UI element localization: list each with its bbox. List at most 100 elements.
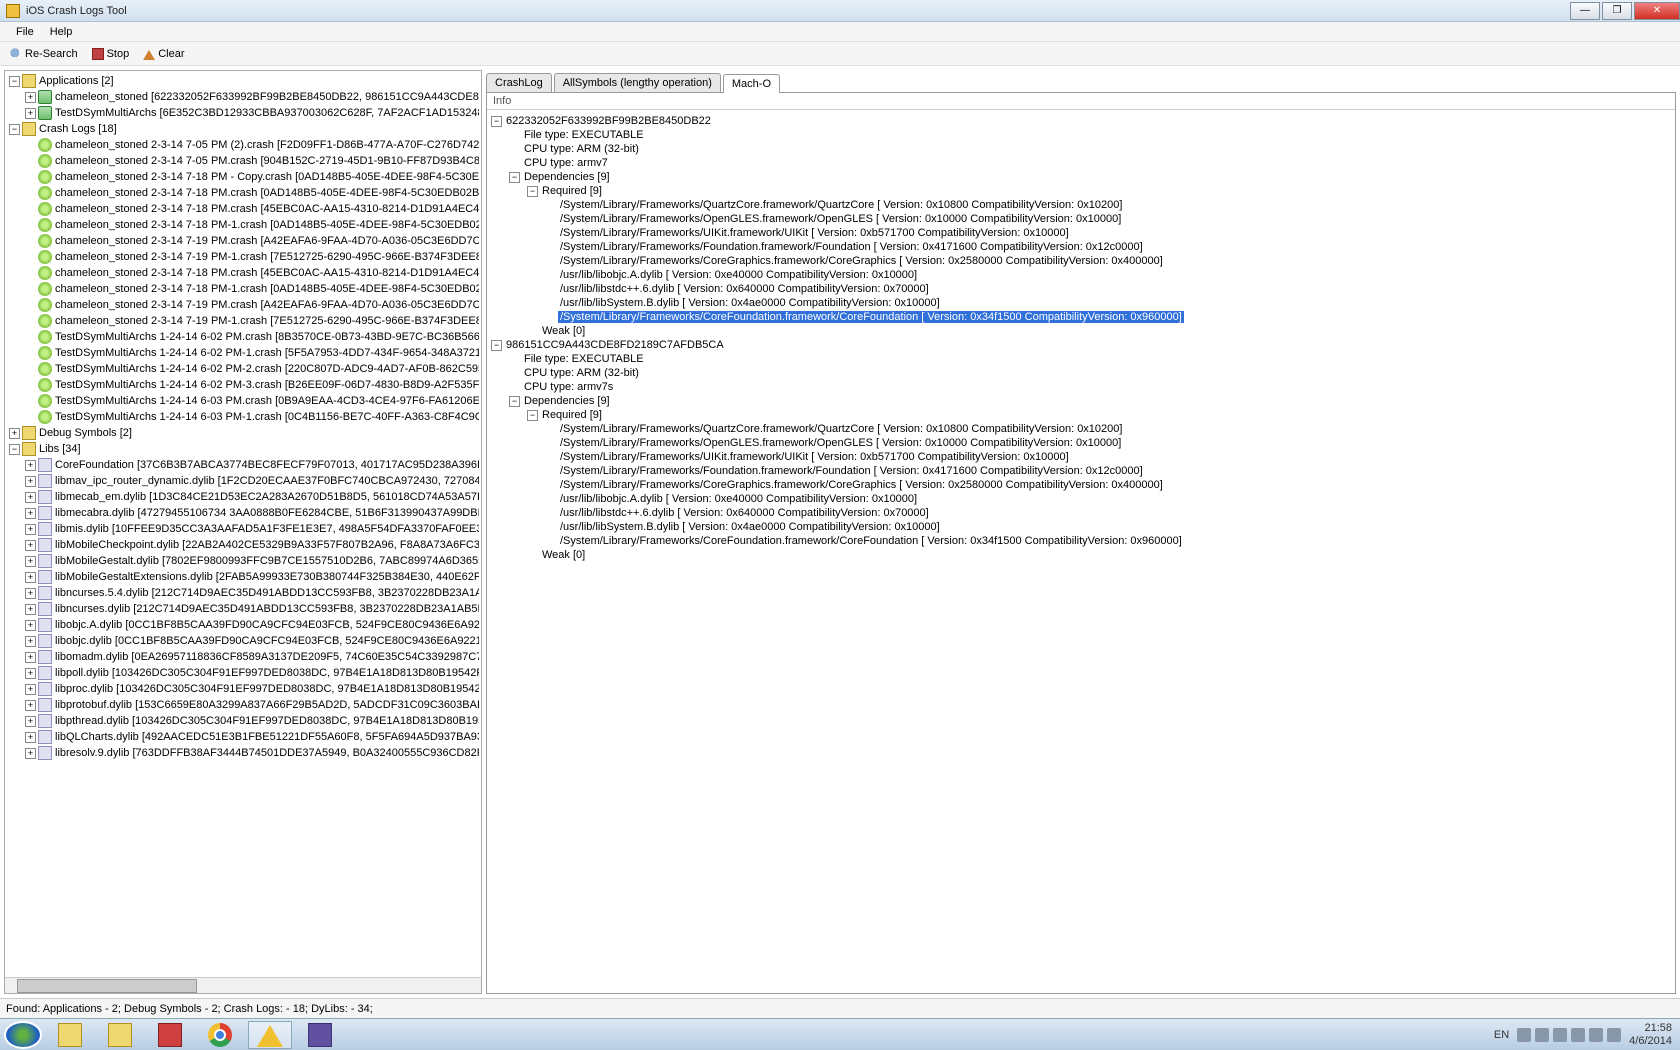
- tree-crash-item[interactable]: chameleon_stoned 2-3-14 7-19 PM.crash [A…: [7, 297, 479, 313]
- tree-lib-item[interactable]: +libmecabra.dylib [47279455106734 3AA088…: [7, 505, 479, 521]
- expander-icon[interactable]: +: [25, 588, 36, 599]
- info-cputype[interactable]: CPU type: ARM (32-bit): [491, 142, 1671, 156]
- expander-icon[interactable]: +: [25, 700, 36, 711]
- info-cputype[interactable]: CPU type: ARM (32-bit): [491, 366, 1671, 380]
- info-dependencies[interactable]: −Dependencies [9]: [491, 394, 1671, 408]
- expander-icon[interactable]: −: [509, 396, 520, 407]
- taskbar-folder[interactable]: [98, 1021, 142, 1049]
- tree-lib-item[interactable]: +libresolv.9.dylib [763DDFFB38AF3444B745…: [7, 745, 479, 761]
- tree-crash-item[interactable]: chameleon_stoned 2-3-14 7-05 PM.crash [9…: [7, 153, 479, 169]
- horizontal-scrollbar[interactable]: [5, 977, 481, 993]
- tray-icon[interactable]: [1589, 1028, 1603, 1042]
- close-button[interactable]: ✕: [1634, 2, 1680, 20]
- tray-icons[interactable]: [1517, 1028, 1621, 1042]
- expander-icon[interactable]: −: [527, 410, 538, 421]
- info-weak[interactable]: Weak [0]: [491, 548, 1671, 562]
- clear-button[interactable]: Clear: [137, 46, 190, 62]
- tray-icon[interactable]: [1607, 1028, 1621, 1042]
- tree-crash-item[interactable]: chameleon_stoned 2-3-14 7-19 PM-1.crash …: [7, 249, 479, 265]
- info-dep-item[interactable]: /System/Library/Frameworks/CoreGraphics.…: [491, 254, 1671, 268]
- tree-app-item[interactable]: +TestDSymMultiArchs [6E352C3BD12933CBBA9…: [7, 105, 479, 121]
- tree-lib-item[interactable]: +libMobileGestaltExtensions.dylib [2FAB5…: [7, 569, 479, 585]
- expander-icon[interactable]: −: [527, 186, 538, 197]
- info-dep-item[interactable]: /System/Library/Frameworks/CoreGraphics.…: [491, 478, 1671, 492]
- tray-icon[interactable]: [1571, 1028, 1585, 1042]
- info-cpusub[interactable]: CPU type: armv7: [491, 156, 1671, 170]
- tree-crash-item[interactable]: chameleon_stoned 2-3-14 7-19 PM-1.crash …: [7, 313, 479, 329]
- tree-crash-item[interactable]: TestDSymMultiArchs 1-24-14 6-02 PM.crash…: [7, 329, 479, 345]
- info-dep-item[interactable]: /System/Library/Frameworks/Foundation.fr…: [491, 240, 1671, 254]
- tree-lib-item[interactable]: +libMobileCheckpoint.dylib [22AB2A402CE5…: [7, 537, 479, 553]
- expander-icon[interactable]: +: [25, 556, 36, 567]
- tree-debug-symbols[interactable]: +Debug Symbols [2]: [7, 425, 479, 441]
- minimize-button[interactable]: —: [1570, 2, 1600, 20]
- info-dep-item[interactable]: /System/Library/Frameworks/QuartzCore.fr…: [491, 422, 1671, 436]
- tree-lib-item[interactable]: +libpoll.dylib [103426DC305C304F91EF997D…: [7, 665, 479, 681]
- tree-crash-item[interactable]: TestDSymMultiArchs 1-24-14 6-03 PM-1.cra…: [7, 409, 479, 425]
- taskbar-vs[interactable]: [298, 1021, 342, 1049]
- tree-crash-item[interactable]: chameleon_stoned 2-3-14 7-05 PM (2).cras…: [7, 137, 479, 153]
- info-dep-item[interactable]: /usr/lib/libobjc.A.dylib [ Version: 0xe4…: [491, 268, 1671, 282]
- info-dep-item[interactable]: /System/Library/Frameworks/UIKit.framewo…: [491, 226, 1671, 240]
- info-binary-id[interactable]: −622332052F633992BF99B2BE8450DB22: [491, 114, 1671, 128]
- expander-icon[interactable]: +: [25, 108, 36, 119]
- maximize-button[interactable]: ❐: [1602, 2, 1632, 20]
- expander-icon[interactable]: +: [25, 492, 36, 503]
- tree-crash-item[interactable]: TestDSymMultiArchs 1-24-14 6-02 PM-2.cra…: [7, 361, 479, 377]
- expander-icon[interactable]: +: [25, 732, 36, 743]
- tree-crash-item[interactable]: TestDSymMultiArchs 1-24-14 6-03 PM.crash…: [7, 393, 479, 409]
- expander-icon[interactable]: +: [25, 508, 36, 519]
- expander-icon[interactable]: +: [25, 92, 36, 103]
- info-required[interactable]: −Required [9]: [491, 408, 1671, 422]
- tree-lib-item[interactable]: +libmav_ipc_router_dynamic.dylib [1F2CD2…: [7, 473, 479, 489]
- info-dep-item[interactable]: /System/Library/Frameworks/OpenGLES.fram…: [491, 436, 1671, 450]
- tree-lib-item[interactable]: +libncurses.5.4.dylib [212C714D9AEC35D49…: [7, 585, 479, 601]
- tree-lib-item[interactable]: +libncurses.dylib [212C714D9AEC35D491ABD…: [7, 601, 479, 617]
- info-dep-item[interactable]: /usr/lib/libSystem.B.dylib [ Version: 0x…: [491, 296, 1671, 310]
- tree-crash-item[interactable]: chameleon_stoned 2-3-14 7-18 PM-1.crash …: [7, 217, 479, 233]
- tray-icon[interactable]: [1517, 1028, 1531, 1042]
- tree-lib-item[interactable]: +libprotobuf.dylib [153C6659E80A3299A837…: [7, 697, 479, 713]
- info-filetype[interactable]: File type: EXECUTABLE: [491, 128, 1671, 142]
- expander-icon[interactable]: +: [25, 652, 36, 663]
- tree-crash-item[interactable]: chameleon_stoned 2-3-14 7-18 PM.crash [4…: [7, 201, 479, 217]
- taskbar-crashlogs[interactable]: [248, 1021, 292, 1049]
- tree-lib-item[interactable]: +libomadm.dylib [0EA26957118836CF8589A31…: [7, 649, 479, 665]
- expander-icon[interactable]: +: [25, 476, 36, 487]
- tree-lib-item[interactable]: +libMobileGestalt.dylib [7802EF9800993FF…: [7, 553, 479, 569]
- taskbar-app[interactable]: [148, 1021, 192, 1049]
- expander-icon[interactable]: +: [25, 620, 36, 631]
- expander-icon[interactable]: +: [25, 460, 36, 471]
- research-button[interactable]: Re-Search: [4, 46, 84, 62]
- expander-icon[interactable]: −: [9, 124, 20, 135]
- tree-lib-item[interactable]: +libobjc.A.dylib [0CC1BF8B5CAA39FD90CA9C…: [7, 617, 479, 633]
- tree-lib-item[interactable]: +libpthread.dylib [103426DC305C304F91EF9…: [7, 713, 479, 729]
- info-dep-item[interactable]: /System/Library/Frameworks/UIKit.framewo…: [491, 450, 1671, 464]
- expander-icon[interactable]: −: [491, 116, 502, 127]
- info-dep-item[interactable]: /usr/lib/libSystem.B.dylib [ Version: 0x…: [491, 520, 1671, 534]
- tab-macho[interactable]: Mach-O: [723, 74, 780, 93]
- info-dep-item[interactable]: /System/Library/Frameworks/Foundation.fr…: [491, 464, 1671, 478]
- info-dep-item[interactable]: /System/Library/Frameworks/QuartzCore.fr…: [491, 198, 1671, 212]
- tree-libs[interactable]: −Libs [34]: [7, 441, 479, 457]
- stop-button[interactable]: Stop: [86, 46, 136, 62]
- info-cpusub[interactable]: CPU type: armv7s: [491, 380, 1671, 394]
- expander-icon[interactable]: +: [25, 716, 36, 727]
- menu-help[interactable]: Help: [42, 24, 81, 40]
- expander-icon[interactable]: +: [25, 684, 36, 695]
- tree-app-item[interactable]: +chameleon_stoned [622332052F633992BF99B…: [7, 89, 479, 105]
- info-dep-item[interactable]: /usr/lib/libstdc++.6.dylib [ Version: 0x…: [491, 506, 1671, 520]
- expander-icon[interactable]: +: [25, 572, 36, 583]
- expander-icon[interactable]: +: [25, 668, 36, 679]
- tree-lib-item[interactable]: +CoreFoundation [37C6B3B7ABCA3774BEC8FEC…: [7, 457, 479, 473]
- tree-crash-item[interactable]: chameleon_stoned 2-3-14 7-18 PM.crash [4…: [7, 265, 479, 281]
- info-dep-item[interactable]: /System/Library/Frameworks/OpenGLES.fram…: [491, 212, 1671, 226]
- tree-crash-item[interactable]: chameleon_stoned 2-3-14 7-19 PM.crash [A…: [7, 233, 479, 249]
- tree-crash-item[interactable]: TestDSymMultiArchs 1-24-14 6-02 PM-3.cra…: [7, 377, 479, 393]
- expander-icon[interactable]: +: [25, 748, 36, 759]
- clock[interactable]: 21:58 4/6/2014: [1629, 1022, 1672, 1046]
- tree-lib-item[interactable]: +libmis.dylib [10FFEE9D35CC3A3AAFAD5A1F3…: [7, 521, 479, 537]
- expander-icon[interactable]: −: [9, 76, 20, 87]
- tree-crash-item[interactable]: chameleon_stoned 2-3-14 7-18 PM.crash [0…: [7, 185, 479, 201]
- tree-crash-item[interactable]: chameleon_stoned 2-3-14 7-18 PM - Copy.c…: [7, 169, 479, 185]
